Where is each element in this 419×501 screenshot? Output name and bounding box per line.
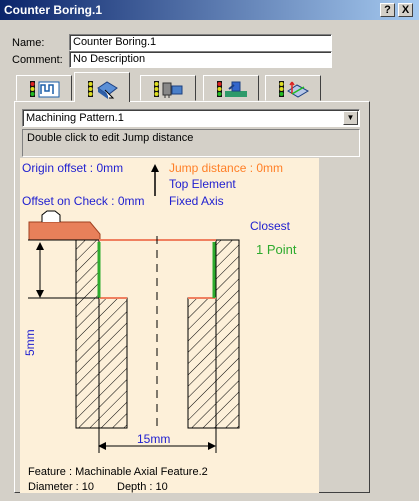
tab-tool[interactable] [140, 75, 196, 101]
pattern-select-value: Machining Pattern.1 [26, 112, 124, 124]
comment-field[interactable]: No Description [69, 51, 332, 68]
chevron-down-icon[interactable]: ▼ [343, 111, 358, 125]
message-box: Double click to edit Jump distance [22, 129, 360, 157]
window-title: Counter Boring.1 [4, 3, 102, 17]
right-outer-wall [215, 239, 240, 429]
strategy-tab-icon [30, 81, 60, 98]
help-button[interactable]: ? [380, 3, 395, 17]
offset-on-check-label[interactable]: Offset on Check : 0mm [22, 194, 145, 208]
bolt-icon [41, 210, 61, 222]
depth-dimension-label[interactable]: 5mm [23, 329, 37, 356]
arrow-up-icon [151, 164, 159, 172]
origin-offset-label[interactable]: Origin offset : 0mm [22, 161, 123, 175]
right-inner-wall [187, 297, 217, 429]
diameter-label: Diameter : 10 [28, 481, 95, 493]
closest-label[interactable]: Closest [250, 219, 290, 233]
geometry-drawing[interactable]: Origin offset : 0mm Offset on Check : 0m… [20, 158, 319, 493]
one-point-label[interactable]: 1 Point [256, 242, 296, 257]
tab-geometry[interactable] [74, 72, 130, 102]
jump-distance-label[interactable]: Jump distance : 0mm [169, 161, 283, 175]
pattern-select[interactable]: Machining Pattern.1 ▼ [22, 109, 360, 127]
left-outer-wall [75, 239, 100, 429]
check-element[interactable] [28, 221, 101, 241]
tool-tab-icon [154, 81, 183, 98]
feature-label: Feature : Machinable Axial Feature.2 [28, 466, 208, 478]
width-dimension-label[interactable]: 15mm [137, 432, 170, 446]
top-element-label[interactable]: Top Element [169, 177, 236, 191]
tab-feeds-speeds[interactable] [203, 75, 259, 101]
geometry-tab-icon [88, 81, 118, 99]
fixed-axis-label[interactable]: Fixed Axis [169, 194, 224, 208]
name-field[interactable]: Counter Boring.1 [69, 34, 332, 51]
feeds-speeds-tab-icon [217, 81, 247, 97]
macro-tab-icon [279, 81, 310, 98]
title-bar: Counter Boring.1 ? X [0, 0, 419, 20]
depth-label: Depth : 10 [117, 481, 168, 493]
left-inner-wall [98, 297, 128, 429]
close-button[interactable]: X [398, 3, 413, 17]
comment-label: Comment: [12, 54, 63, 66]
name-label: Name: [12, 37, 45, 49]
tab-strategy[interactable] [16, 75, 72, 101]
tab-macro[interactable] [265, 75, 321, 101]
